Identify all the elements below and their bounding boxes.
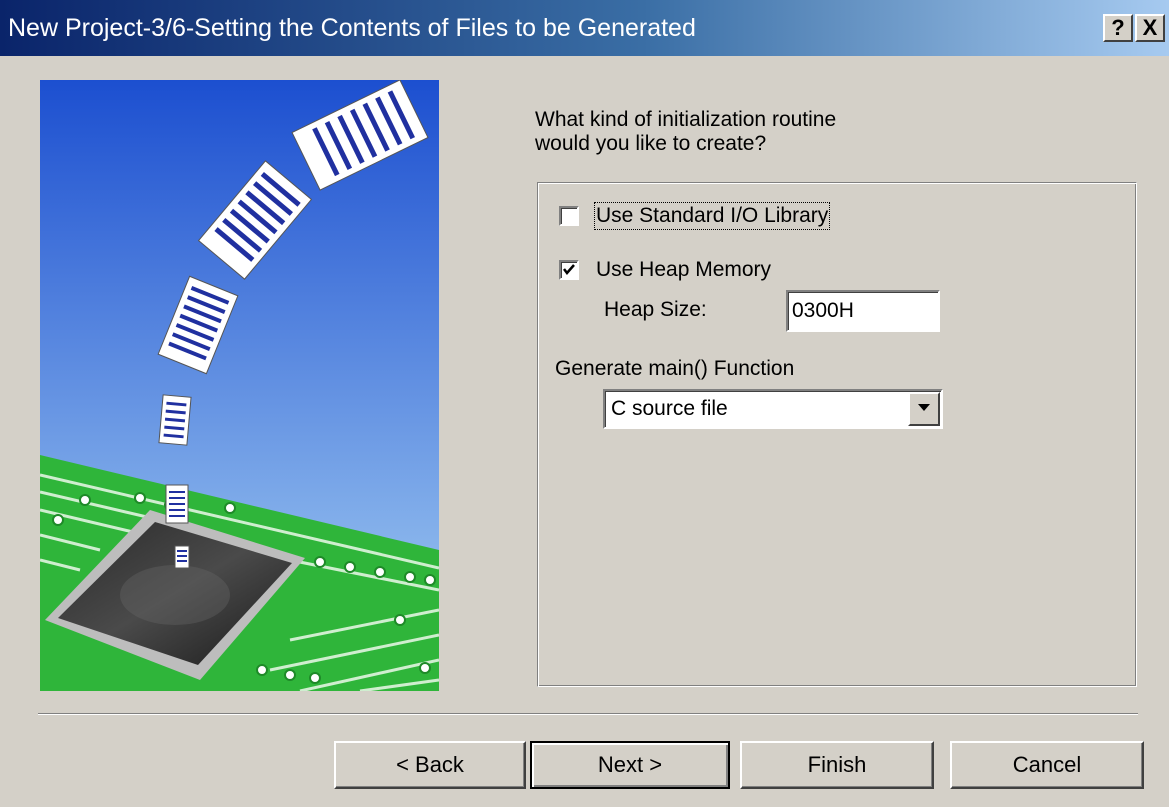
title-bar[interactable]: New Project-3/6-Setting the Contents of … bbox=[0, 0, 1169, 56]
new-project-dialog: New Project-3/6-Setting the Contents of … bbox=[0, 0, 1169, 807]
generate-main-selected-value: C source file bbox=[611, 397, 728, 420]
question-line-1: What kind of initialization routine bbox=[535, 108, 837, 131]
close-button[interactable]: X bbox=[1135, 14, 1165, 42]
close-icon: X bbox=[1142, 15, 1158, 40]
help-button[interactable]: ? bbox=[1103, 14, 1133, 42]
dropdown-arrow-button[interactable] bbox=[908, 392, 940, 426]
generate-main-select[interactable]: C source file bbox=[603, 389, 943, 429]
cancel-button[interactable]: Cancel bbox=[950, 741, 1144, 789]
wizard-illustration bbox=[40, 80, 439, 691]
separator-line bbox=[38, 713, 1138, 715]
heap-memory-checkbox[interactable] bbox=[559, 260, 579, 280]
chevron-down-icon bbox=[918, 404, 930, 411]
finish-button[interactable]: Finish bbox=[740, 741, 934, 789]
back-button[interactable]: < Back bbox=[334, 741, 526, 789]
next-button[interactable]: Next > bbox=[530, 741, 730, 789]
standard-io-label[interactable]: Use Standard I/O Library bbox=[593, 202, 831, 230]
checkmark-icon bbox=[563, 264, 575, 275]
generate-main-label: Generate main() Function bbox=[555, 357, 795, 380]
window-title: New Project-3/6-Setting the Contents of … bbox=[8, 14, 696, 42]
heap-memory-label[interactable]: Use Heap Memory bbox=[596, 258, 771, 282]
heap-size-input[interactable]: 0300H bbox=[786, 290, 940, 332]
help-icon: ? bbox=[1111, 15, 1125, 40]
question-text: What kind of initialization routine woul… bbox=[535, 108, 955, 156]
heap-size-label: Heap Size: bbox=[604, 298, 707, 321]
question-line-2: would you like to create? bbox=[535, 132, 767, 155]
standard-io-checkbox[interactable] bbox=[559, 206, 579, 226]
